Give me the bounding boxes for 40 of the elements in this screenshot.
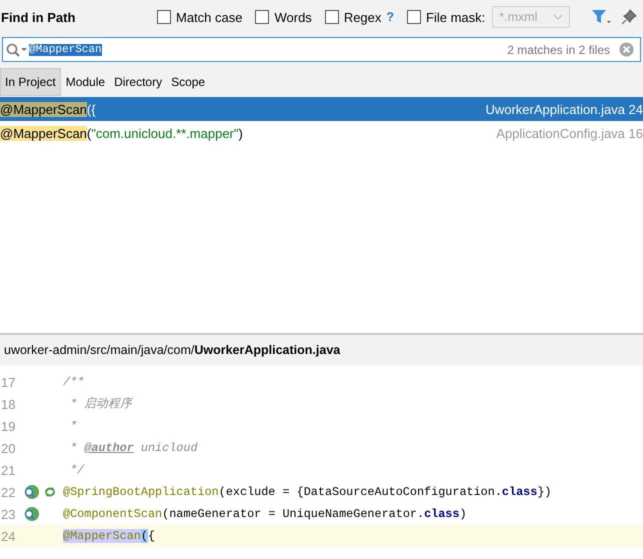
code-line: /** [63, 375, 84, 389]
match-count: 2 matches in 2 files [507, 42, 610, 56]
code-line: * @author unicloud [69, 441, 198, 455]
scope-tab[interactable]: In Project [0, 68, 61, 96]
line-number: 17 [0, 374, 16, 390]
code-line: * 启动程序 [69, 396, 132, 412]
option-label[interactable]: Regex [344, 10, 382, 24]
option-label[interactable]: Match case [176, 10, 242, 24]
pin-icon[interactable] [621, 9, 637, 25]
line-number: 19 [0, 418, 16, 434]
help-link[interactable]: ? [386, 10, 394, 24]
result-row[interactable]: @MapperScan("com.unicloud.**.mapper") ApplicationConfig.java 16 [0, 121, 643, 145]
code-line: @ComponentScan(nameGenerator = UniqueNameGenerator.class) [63, 507, 467, 521]
code-line: @SpringBootApplication(exclude = {DataSourceAutoConfiguration.class}) [63, 485, 552, 499]
scope-tab[interactable]: Module [62, 69, 110, 95]
refresh-icon[interactable] [43, 485, 57, 499]
option-label[interactable]: File mask: [426, 10, 486, 24]
line-number: 20 [0, 440, 16, 456]
scope-tab[interactable]: Directory [110, 69, 166, 95]
option-label[interactable]: Words [274, 10, 312, 24]
result-row[interactable]: @MapperScan({ UworkerApplication.java 24 [0, 97, 643, 121]
scope-tab[interactable]: Scope [167, 69, 210, 95]
line-number: 24 [0, 528, 16, 544]
checkbox[interactable] [407, 10, 422, 24]
filter-icon[interactable] [591, 9, 611, 25]
line-number: 21 [0, 462, 16, 478]
dialog-title: Find in Path [1, 10, 76, 24]
line-number: 22 [0, 484, 16, 500]
search-icon [6, 42, 28, 56]
line-number: 23 [0, 506, 16, 522]
line-number: 18 [0, 396, 16, 412]
code-line: @MapperScan({ [63, 529, 156, 543]
checkbox[interactable] [324, 10, 339, 24]
checkbox[interactable] [157, 10, 171, 24]
chevron-icon [553, 14, 564, 20]
code-line: */ [69, 463, 84, 477]
file-path: uworker-admin/src/main/java/com/UworkerApplication.java [3, 342, 342, 359]
search-field[interactable]: @MapperScan 2 matches in 2 files [2, 37, 641, 62]
code-line: * [69, 419, 78, 433]
checkbox[interactable] [255, 10, 270, 24]
